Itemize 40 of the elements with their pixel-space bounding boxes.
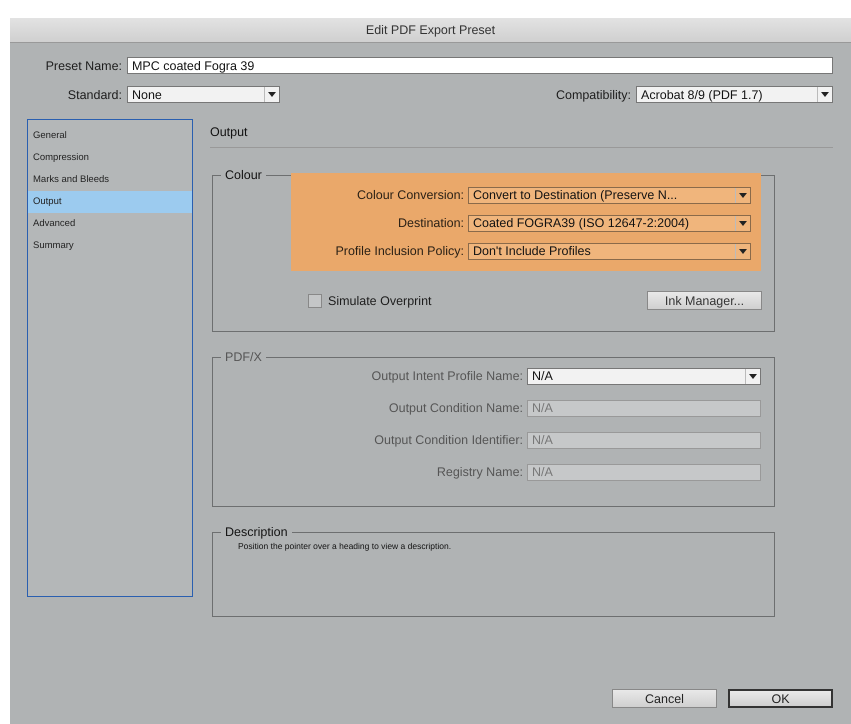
group-title: Description <box>224 525 289 539</box>
dialog-button[interactable]: Cancel <box>612 689 717 708</box>
field-label: Output Condition Identifier: <box>373 433 523 447</box>
sidebar-item[interactable]: Output <box>28 191 192 213</box>
dropdown[interactable]: Coated FOGRA39 (ISO 12647-2:2004) <box>468 214 751 232</box>
compatibility-dropdown[interactable]: Acrobat 8/9 (PDF 1.7) <box>636 86 833 103</box>
caret-icon <box>735 216 750 230</box>
dropdown[interactable]: N/A <box>527 368 761 384</box>
sidebar-item[interactable]: General <box>28 125 192 147</box>
checkbox-label: Simulate Overprint <box>328 294 432 308</box>
sidebar-item[interactable]: Advanced <box>28 213 192 235</box>
field-label: Colour Conversion: <box>356 188 464 202</box>
caret-icon <box>735 244 750 258</box>
field-label: Compatibility: <box>556 88 631 102</box>
sidebar-item[interactable]: Summary <box>28 235 192 257</box>
checkbox[interactable] <box>308 294 322 308</box>
dialog-button[interactable]: OK <box>728 689 833 708</box>
field-label: Preset Name: <box>44 58 122 72</box>
description-text: Position the pointer over a heading to view a description. <box>238 541 452 551</box>
group-title: PDF/X <box>224 350 263 364</box>
field-label: Profile Inclusion Policy: <box>334 244 464 258</box>
caret-icon <box>264 87 279 102</box>
field-label: Standard: <box>66 88 122 102</box>
field-label: Registry Name: <box>436 465 523 479</box>
window-title: Edit PDF Export Preset <box>366 23 496 37</box>
field-label: Output Intent Profile Name: <box>370 369 523 383</box>
sidebar-item[interactable]: Compression <box>28 147 192 169</box>
group-title: Colour <box>224 168 263 182</box>
sidebar-item[interactable]: Marks and Bleeds <box>28 169 192 191</box>
standard-dropdown[interactable]: None <box>127 86 280 103</box>
ink-manager-button[interactable]: Ink Manager... <box>647 291 762 310</box>
caret-icon <box>745 368 760 384</box>
field-label: Output Condition Name: <box>388 401 523 415</box>
dropdown[interactable]: Convert to Destination (Preserve N... <box>468 186 751 204</box>
caret-icon <box>735 188 750 202</box>
section-title: Output <box>210 125 249 139</box>
caret-icon <box>817 87 832 102</box>
preset-name-field[interactable]: MPC coated Fogra 39 <box>127 57 833 74</box>
field-label: Destination: <box>396 216 464 230</box>
dropdown[interactable]: Don't Include Profiles <box>468 242 751 260</box>
